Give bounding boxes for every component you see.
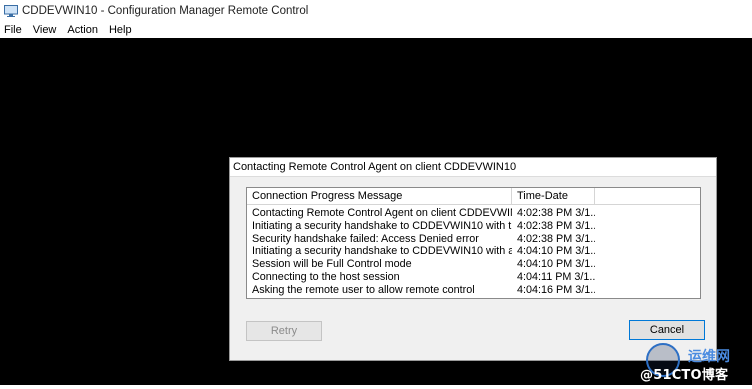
window-titlebar: CDDEVWIN10 - Configuration Manager Remot…	[0, 0, 752, 22]
app-monitor-icon	[4, 5, 18, 17]
row-time-date: 4:04:16 PM 3/1...	[517, 283, 595, 296]
watermark-cn-text: 运维网	[688, 349, 730, 365]
row-time-date: 4:02:38 PM 3/1...	[517, 219, 595, 232]
menu-file[interactable]: File	[0, 24, 29, 36]
row-message: Connecting to the host session	[252, 270, 400, 283]
row-message: Contacting Remote Control Agent on clien…	[252, 207, 512, 219]
list-item[interactable]: Session will be Full Control mode 4:04:1…	[247, 258, 700, 271]
row-time-date: 4:04:10 PM 3/1...	[517, 258, 595, 271]
row-time-date: 4:04:11 PM 3/1...	[517, 270, 595, 283]
menu-action[interactable]: Action	[63, 24, 105, 36]
list-item[interactable]: Connecting to the host session 4:04:11 P…	[247, 271, 700, 284]
column-header-time-date[interactable]: Time-Date	[512, 188, 595, 204]
list-item[interactable]: Security handshake failed: Access Denied…	[247, 233, 700, 246]
menu-help[interactable]: Help	[105, 24, 139, 36]
list-header: Connection Progress Message Time-Date	[247, 188, 700, 205]
row-message: Security handshake failed: Access Denied…	[252, 232, 479, 245]
watermark-text: @51CTO博客	[640, 368, 729, 383]
connection-progress-dialog: Contacting Remote Control Agent on clien…	[229, 157, 717, 361]
row-time-date: 4:02:38 PM 3/1...	[517, 232, 595, 245]
dialog-title: Contacting Remote Control Agent on clien…	[230, 158, 716, 177]
row-message: Initiating a security handshake to CDDEV…	[252, 219, 512, 232]
menu-view[interactable]: View	[29, 24, 64, 36]
list-item[interactable]: Initiating a security handshake to CDDEV…	[247, 220, 700, 233]
watermark: 运维网 @51CTO博客	[640, 343, 750, 387]
list-body: Contacting Remote Control Agent on clien…	[247, 205, 700, 297]
window-title: CDDEVWIN10 - Configuration Manager Remot…	[22, 5, 309, 17]
row-time-date: 4:02:38 PM 3/1...	[517, 207, 595, 219]
row-time-date: 4:04:10 PM 3/1...	[517, 245, 595, 258]
row-message: Asking the remote user to allow remote c…	[252, 283, 475, 296]
menu-bar: File View Action Help	[0, 22, 752, 38]
row-message: Initiating a security handshake to CDDEV…	[252, 245, 512, 258]
list-item[interactable]: Contacting Remote Control Agent on clien…	[247, 207, 700, 220]
cancel-button[interactable]: Cancel	[629, 320, 705, 340]
column-header-message[interactable]: Connection Progress Message	[247, 188, 512, 204]
list-item[interactable]: Initiating a security handshake to CDDEV…	[247, 245, 700, 258]
list-item[interactable]: Asking the remote user to allow remote c…	[247, 284, 700, 297]
row-message: Session will be Full Control mode	[252, 258, 412, 271]
retry-button[interactable]: Retry	[246, 321, 322, 341]
progress-list[interactable]: Connection Progress Message Time-Date Co…	[246, 187, 701, 299]
